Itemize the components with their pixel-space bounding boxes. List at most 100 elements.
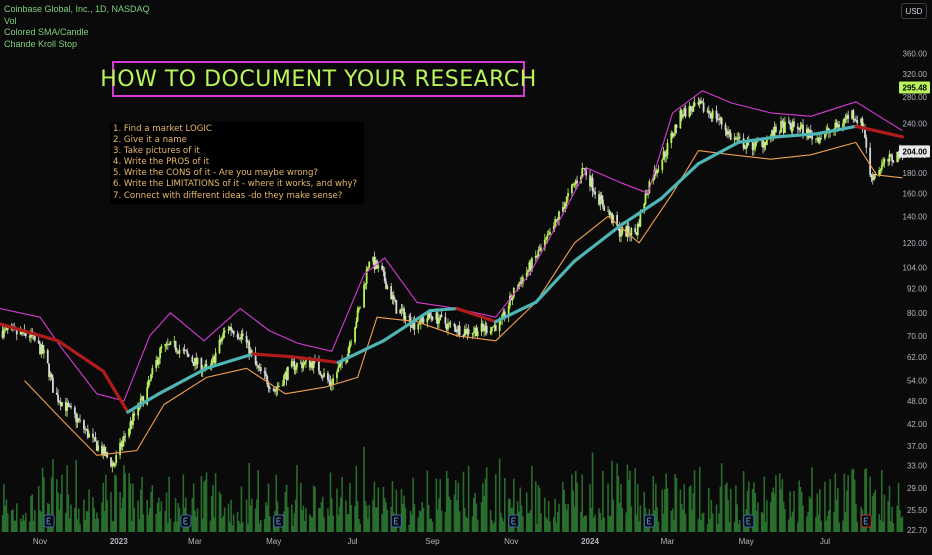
- annotation-title-box: HOW TO DOCUMENT YOUR RESEARCH: [100, 61, 536, 97]
- earnings-marker-icon[interactable]: [180, 514, 192, 528]
- volume-bar: [666, 488, 669, 532]
- volume-bar: [775, 475, 777, 532]
- candle-body: [83, 420, 85, 430]
- time-tick-label: Nov: [33, 537, 47, 546]
- symbol-title[interactable]: Coinbase Global, Inc., 1D, NASDAQ: [4, 4, 150, 16]
- time-tick-label: May: [739, 537, 754, 546]
- volume-bar: [892, 523, 895, 532]
- candle-body: [781, 121, 784, 123]
- earnings-marker-icon[interactable]: [860, 514, 872, 528]
- earnings-marker-icon[interactable]: [743, 514, 755, 528]
- earnings-marker-icon[interactable]: [643, 514, 655, 528]
- earnings-marker-icon[interactable]: [273, 514, 285, 528]
- candle-body: [540, 247, 542, 251]
- candle-body: [332, 378, 334, 385]
- time-tick-label: 2023: [110, 537, 128, 546]
- candle-body: [527, 269, 529, 273]
- candle-body: [168, 344, 171, 346]
- candle-body: [431, 316, 434, 320]
- last-price-badge[interactable]: 204.00: [899, 145, 930, 158]
- volume-bar: [413, 504, 416, 532]
- sma-segment: [534, 259, 577, 304]
- price-tick-label: 120.00: [903, 239, 928, 248]
- sma-segment: [381, 309, 432, 343]
- candle-body: [682, 115, 684, 118]
- candle-body: [583, 168, 586, 170]
- candle-body: [873, 174, 875, 180]
- candle-body: [283, 375, 285, 386]
- candle-body: [222, 332, 225, 338]
- candle-body: [218, 339, 221, 353]
- volume-bar: [178, 507, 181, 532]
- time-axis[interactable]: Nov 2023 Mar May Jul Sep Nov 2024 Mar May Jul: [33, 537, 830, 546]
- volume-bar: [25, 512, 27, 532]
- candle-body: [796, 126, 799, 130]
- volume-bar: [838, 522, 840, 532]
- candle-body: [576, 180, 578, 184]
- candle-body: [286, 366, 289, 380]
- candle-body: [879, 169, 882, 171]
- candle-body: [133, 413, 136, 416]
- candle-body: [303, 361, 306, 365]
- volume-bar: [684, 513, 687, 532]
- earnings-marker-icon[interactable]: [390, 514, 402, 528]
- volume-bar: [883, 494, 886, 532]
- volume-bar: [738, 520, 741, 532]
- candle-body: [157, 358, 160, 365]
- candle-body: [869, 147, 872, 175]
- volume-bar: [223, 507, 226, 532]
- indicator-chande-kroll[interactable]: Chande Kroll Stop: [4, 39, 150, 51]
- volume-bar: [856, 521, 859, 532]
- volume-bar: [811, 467, 813, 532]
- candle-body: [169, 341, 172, 345]
- candle-body: [594, 191, 597, 195]
- candle-body: [265, 373, 267, 377]
- candle-body: [70, 405, 72, 408]
- candle-body: [883, 159, 886, 163]
- earnings-marker-icon[interactable]: [508, 514, 520, 528]
- volume-bar: [241, 522, 244, 532]
- candle-body: [395, 300, 398, 314]
- candle-body: [511, 297, 514, 301]
- volume-bar: [431, 521, 434, 532]
- volume-bar: [169, 518, 172, 532]
- candle-body: [549, 231, 551, 235]
- candle-body: [302, 364, 305, 369]
- candle-body: [319, 371, 322, 375]
- candle-body: [150, 374, 152, 380]
- earnings-marker-icon[interactable]: [43, 514, 55, 528]
- volume-bar: [440, 510, 443, 532]
- volume-bar: [70, 504, 72, 532]
- indicator-colored-sma[interactable]: Colored SMA/Candle: [4, 27, 150, 39]
- last-price-badge[interactable]: 295.48: [899, 81, 930, 94]
- price-axis[interactable]: 360.00320.00280.00240.00200.00180.00160.…: [899, 49, 930, 535]
- volume-bar: [359, 523, 361, 532]
- volume-bar: [874, 490, 877, 532]
- candle-body: [196, 358, 199, 365]
- candle-body: [418, 323, 421, 325]
- candle-body: [327, 373, 329, 380]
- volume-bar: [603, 517, 605, 532]
- candle-body: [824, 134, 826, 139]
- price-tick-label: 25.50: [907, 506, 928, 515]
- candle-body: [554, 219, 557, 227]
- volume-bar: [494, 474, 497, 532]
- volume-bar: [639, 505, 642, 532]
- volume-bar: [467, 465, 470, 532]
- volume-bar: [693, 470, 696, 532]
- currency-button[interactable]: USD: [901, 3, 927, 19]
- candle-body: [880, 165, 883, 170]
- candle-body: [223, 330, 226, 333]
- candle-body: [88, 433, 90, 438]
- volume-bar: [847, 475, 849, 532]
- time-tick-label: Jul: [820, 537, 830, 546]
- candle-body: [77, 418, 80, 421]
- candle-body: [665, 154, 668, 157]
- candle-body: [106, 452, 109, 458]
- candle-body: [381, 265, 384, 271]
- candle-body: [250, 350, 253, 353]
- volume-bar: [476, 519, 479, 532]
- candle-body: [490, 327, 493, 332]
- indicator-vol[interactable]: Vol: [4, 16, 150, 28]
- price-tick-label: 62.00: [907, 353, 928, 362]
